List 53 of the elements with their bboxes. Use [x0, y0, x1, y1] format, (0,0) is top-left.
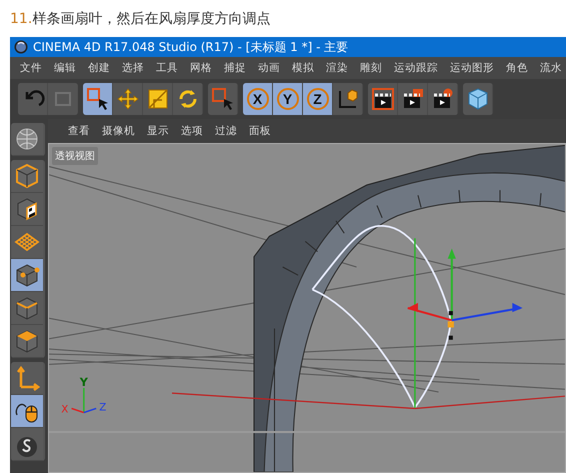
menu-item[interactable]: 运动跟踪	[388, 61, 444, 75]
menu-item[interactable]: 工具	[150, 61, 184, 75]
menu-item[interactable]: 显示	[147, 124, 169, 138]
tool-button[interactable]	[83, 83, 113, 115]
mode-button[interactable]	[11, 395, 43, 428]
globe-icon	[14, 126, 40, 152]
menu-item[interactable]: 面板	[249, 124, 271, 138]
mode-button[interactable]	[11, 292, 43, 325]
cube-polygon-icon	[14, 328, 40, 354]
cube-points-icon	[14, 262, 40, 288]
menu-item[interactable]: 雕刻	[354, 61, 388, 75]
axis-indicator-drawing	[71, 388, 96, 414]
menu-item[interactable]: 过滤	[215, 124, 237, 138]
mode-button[interactable]	[11, 193, 43, 226]
tool-button[interactable]: Z	[303, 83, 333, 115]
tool-button[interactable]	[368, 83, 398, 115]
menu-item[interactable]: 选择	[116, 61, 150, 75]
app-logo-icon	[14, 40, 28, 54]
mode-button[interactable]	[11, 325, 43, 358]
menu-item[interactable]: 角色	[500, 61, 534, 75]
axis-icon	[14, 365, 40, 391]
menu-item[interactable]: 模拟	[286, 61, 320, 75]
cube-icon	[466, 87, 490, 111]
cube-icon	[14, 163, 40, 189]
menu-item[interactable]: 选项	[181, 124, 203, 138]
mode-button[interactable]	[11, 428, 43, 461]
menu-item[interactable]: 动画	[252, 61, 286, 75]
menu-item[interactable]: 流水	[534, 61, 566, 75]
menu-item[interactable]: 编辑	[48, 61, 82, 75]
menu-item[interactable]: 渲染	[320, 61, 354, 75]
mode-button[interactable]	[11, 259, 43, 292]
mode-button[interactable]	[11, 160, 43, 193]
menu-item[interactable]: 创建	[82, 61, 116, 75]
axis-label: Y	[80, 376, 88, 389]
move-arrows-icon	[116, 87, 140, 111]
viewport-label: 透视视图	[52, 147, 98, 165]
clapperboard-icon	[370, 87, 394, 111]
menu-item[interactable]: 文件	[14, 61, 48, 75]
menu-item[interactable]: 网格	[184, 61, 218, 75]
cube-edges-icon	[14, 295, 40, 321]
axis-label: X	[61, 404, 68, 416]
menu-item[interactable]: 捕捉	[218, 61, 252, 75]
axis-label: Z	[99, 402, 106, 414]
scale-square-icon	[146, 87, 170, 111]
tool-button[interactable]: Y	[273, 83, 303, 115]
window-title: CINEMA 4D R17.048 Studio (R17) - [未标题 1 *] - 主要	[33, 38, 348, 56]
menu-item[interactable]: 摄像机	[102, 124, 135, 138]
rectangle-select-icon	[210, 87, 234, 111]
select-cursor-icon	[86, 87, 110, 111]
menu-item[interactable]: 查看	[68, 124, 90, 138]
menu-item[interactable]: 运动图形	[444, 61, 500, 75]
tool-button[interactable]: X	[243, 83, 273, 115]
tutorial-heading: 11.样条画扇叶，然后在风扇厚度方向调点	[9, 10, 272, 28]
